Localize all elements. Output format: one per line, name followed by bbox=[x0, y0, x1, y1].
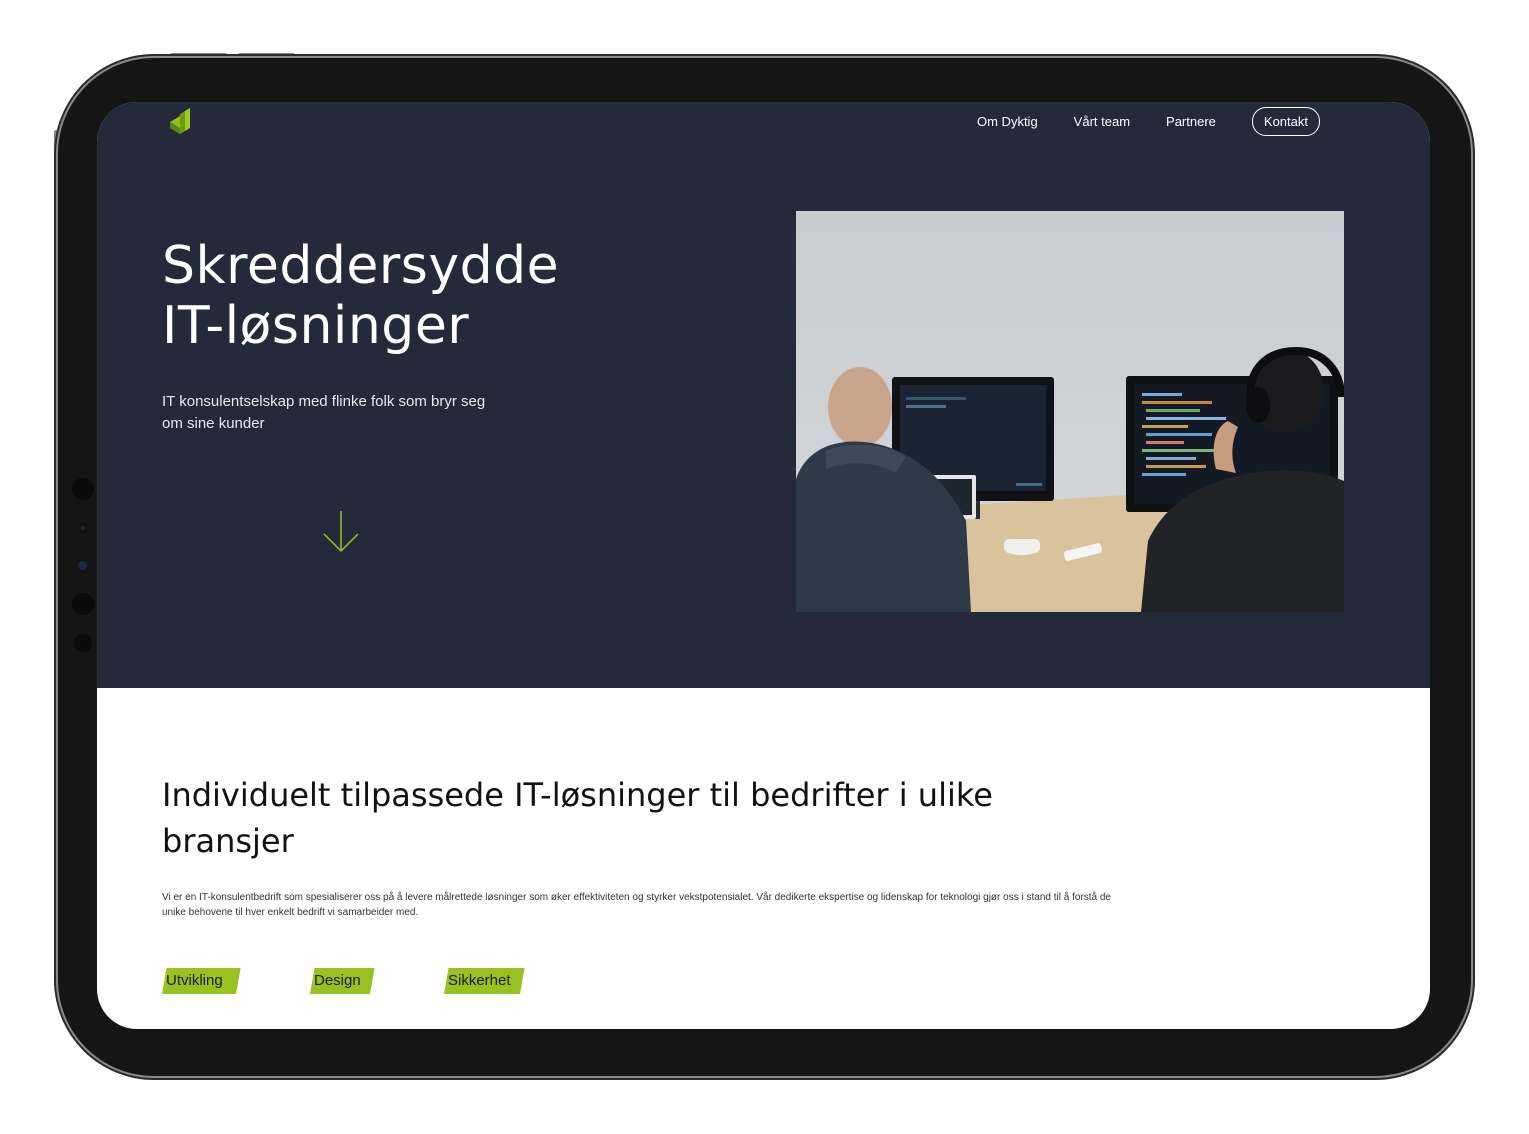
contact-button[interactable]: Kontakt bbox=[1251, 107, 1320, 136]
hero-section: Om Dyktig Vårt team Partnere Kontakt Skr… bbox=[97, 102, 1430, 688]
arrow-down-icon[interactable] bbox=[323, 509, 359, 555]
device-camera bbox=[72, 478, 94, 500]
device-flash bbox=[74, 634, 92, 652]
website-screen: Om Dyktig Vårt team Partnere Kontakt Skr… bbox=[97, 102, 1430, 1029]
device-sensor bbox=[81, 526, 85, 530]
service-tags: Utvikling Design Sikkerhet bbox=[97, 968, 1430, 996]
main-nav: Om Dyktig Vårt team Partnere Kontakt bbox=[941, 107, 1320, 136]
device-lens bbox=[78, 561, 87, 570]
hero-photo-developers bbox=[796, 211, 1344, 612]
nav-partnere[interactable]: Partnere bbox=[1166, 114, 1216, 129]
section-body-text: Vi er en IT-konsulentbedrift som spesial… bbox=[162, 892, 1111, 918]
nav-om-dyktig[interactable]: Om Dyktig bbox=[977, 114, 1038, 129]
device-volume-button bbox=[170, 53, 227, 57]
hero-title-line-1: Skreddersydde bbox=[162, 236, 560, 296]
hero-subtitle: IT konsulentselskap med flinke folk som … bbox=[162, 393, 486, 432]
tag-sikkerhet[interactable]: Sikkerhet bbox=[444, 968, 520, 994]
device-camera bbox=[72, 593, 94, 615]
hero-title: Skreddersydde IT-løsninger bbox=[162, 236, 559, 356]
nav-vart-team[interactable]: Vårt team bbox=[1074, 114, 1130, 129]
dyktig-logo[interactable] bbox=[167, 107, 193, 137]
tag-design[interactable]: Design bbox=[310, 968, 370, 994]
hero-title-line-2: IT-løsninger bbox=[162, 296, 470, 356]
tag-utvikling[interactable]: Utvikling bbox=[162, 968, 236, 994]
section-title: Individuelt tilpassede IT-løsninger til … bbox=[162, 776, 993, 860]
device-volume-button bbox=[238, 53, 295, 57]
